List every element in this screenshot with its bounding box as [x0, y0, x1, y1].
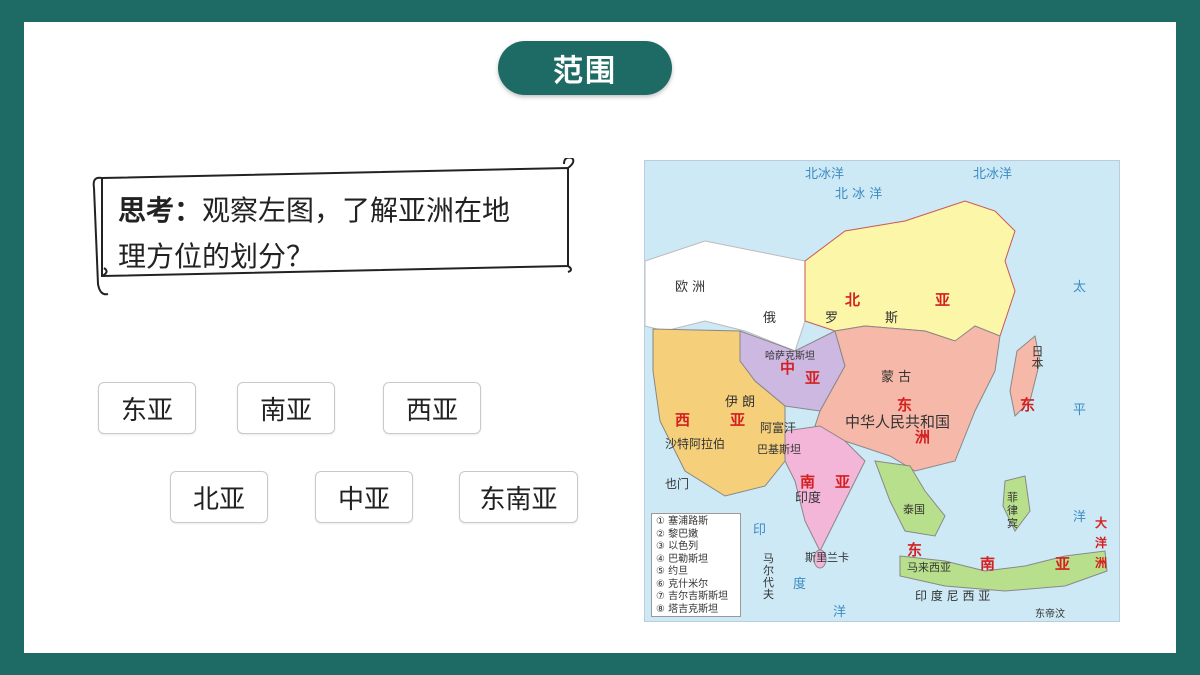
arctic-label-2: 北冰洋: [973, 167, 1013, 182]
yemen-label: 也门: [665, 477, 690, 491]
north-asia-char-1: 北: [845, 291, 861, 309]
central-asia-char-2: 亚: [805, 369, 821, 387]
legend-item: ③ 以色列: [656, 541, 699, 552]
southeast-asia-char-2: 南: [980, 555, 996, 573]
philippines-label: 菲律宾: [1007, 491, 1018, 530]
legend-item: ① 塞浦路斯: [656, 516, 709, 527]
question-text: 思考：观察左图，了解亚洲在地 理方位的划分？: [118, 188, 558, 280]
west-asia-char-1: 西: [675, 411, 691, 429]
india-label: 印度: [795, 491, 822, 506]
south-asia-char-2: 亚: [835, 473, 851, 491]
asia-map: 北冰洋 北冰洋 北 冰 洋 欧 洲 北 亚 俄 罗 斯 中 亚 哈萨克斯坦 蒙 …: [644, 160, 1120, 622]
tag-west-asia[interactable]: 西亚: [383, 382, 481, 434]
pakistan-label: 巴基斯坦: [757, 443, 801, 456]
russia-label-3: 斯: [885, 311, 899, 326]
map-legend: ① 塞浦路斯 ② 黎巴嫩 ③ 以色列 ④ 巴勒斯坦 ⑤ 约旦 ⑥ 克什米尔 ⑦ …: [651, 513, 741, 617]
china-label: 中华人民共和国: [845, 413, 951, 431]
legend-item: ⑦ 吉尔吉斯斯坦: [656, 591, 729, 602]
tag-east-asia[interactable]: 东亚: [98, 382, 196, 434]
legend-item: ② 黎巴嫩: [656, 528, 699, 540]
indian-ocean-label-1: 印: [753, 523, 767, 538]
easttimor-label: 东帝汶: [1035, 609, 1065, 620]
question-line1: 观察左图，了解亚洲在地: [202, 194, 511, 227]
tag-central-asia[interactable]: 中亚: [315, 471, 413, 523]
pacific-label-1: 太: [1073, 280, 1087, 295]
arctic-label-1: 北冰洋: [805, 167, 845, 182]
southeast-asia-char-3: 亚: [1055, 555, 1071, 573]
mongolia-label: 蒙 古: [881, 370, 912, 385]
west-asia-char-2: 亚: [730, 411, 746, 429]
southeast-asia-mainland: [874, 460, 946, 537]
east-asia-char-3: 东: [1020, 396, 1036, 414]
tag-north-asia[interactable]: 北亚: [170, 471, 268, 523]
indonesia-label: 印 度 尼 西 亚: [915, 589, 991, 603]
indian-ocean-label-2: 度: [793, 577, 807, 592]
saudi-label: 沙特阿拉伯: [665, 437, 726, 451]
iran-label: 伊 朗: [725, 395, 756, 410]
thailand-label: 泰国: [903, 503, 925, 516]
arctic-ocean-label: 北 冰 洋: [835, 187, 883, 202]
kazakh-label: 哈萨克斯坦: [765, 351, 815, 362]
pacific-label-2: 平: [1073, 403, 1087, 418]
afghan-label: 阿富汗: [760, 421, 797, 435]
tag-south-asia[interactable]: 南亚: [237, 382, 335, 434]
legend-item: ⑥ 克什米尔: [656, 578, 709, 590]
japan-label: 日本: [1030, 345, 1044, 369]
russia-label-1: 俄: [763, 311, 777, 326]
legend-item: ⑤ 约旦: [656, 566, 689, 577]
tag-southeast-asia[interactable]: 东南亚: [459, 471, 578, 523]
pacific-label-3: 洋: [1073, 510, 1087, 525]
europe-label: 欧 洲: [675, 280, 706, 295]
legend-item: ④ 巴勒斯坦: [656, 553, 709, 565]
russia-label-2: 罗: [825, 311, 839, 326]
indian-ocean-label-3: 洋: [833, 605, 847, 620]
question-prefix: 思考：: [118, 194, 203, 227]
maldives-label: 马尔代夫: [763, 552, 774, 601]
east-asia-char-2: 洲: [915, 428, 931, 446]
question-line2: 理方位的划分？: [118, 240, 315, 273]
question-scroll: 思考：观察左图，了解亚洲在地 理方位的划分？: [90, 158, 580, 298]
southeast-asia-char-1: 东: [907, 541, 923, 559]
north-asia-char-2: 亚: [935, 291, 951, 309]
malaysia-label: 马来西亚: [907, 561, 951, 574]
legend-item: ⑧ 塔吉克斯坦: [656, 603, 719, 615]
page-title: 范围: [498, 41, 672, 95]
oceania-label: 大洋洲: [1095, 516, 1108, 570]
srilanka-label: 斯里兰卡: [805, 551, 849, 564]
